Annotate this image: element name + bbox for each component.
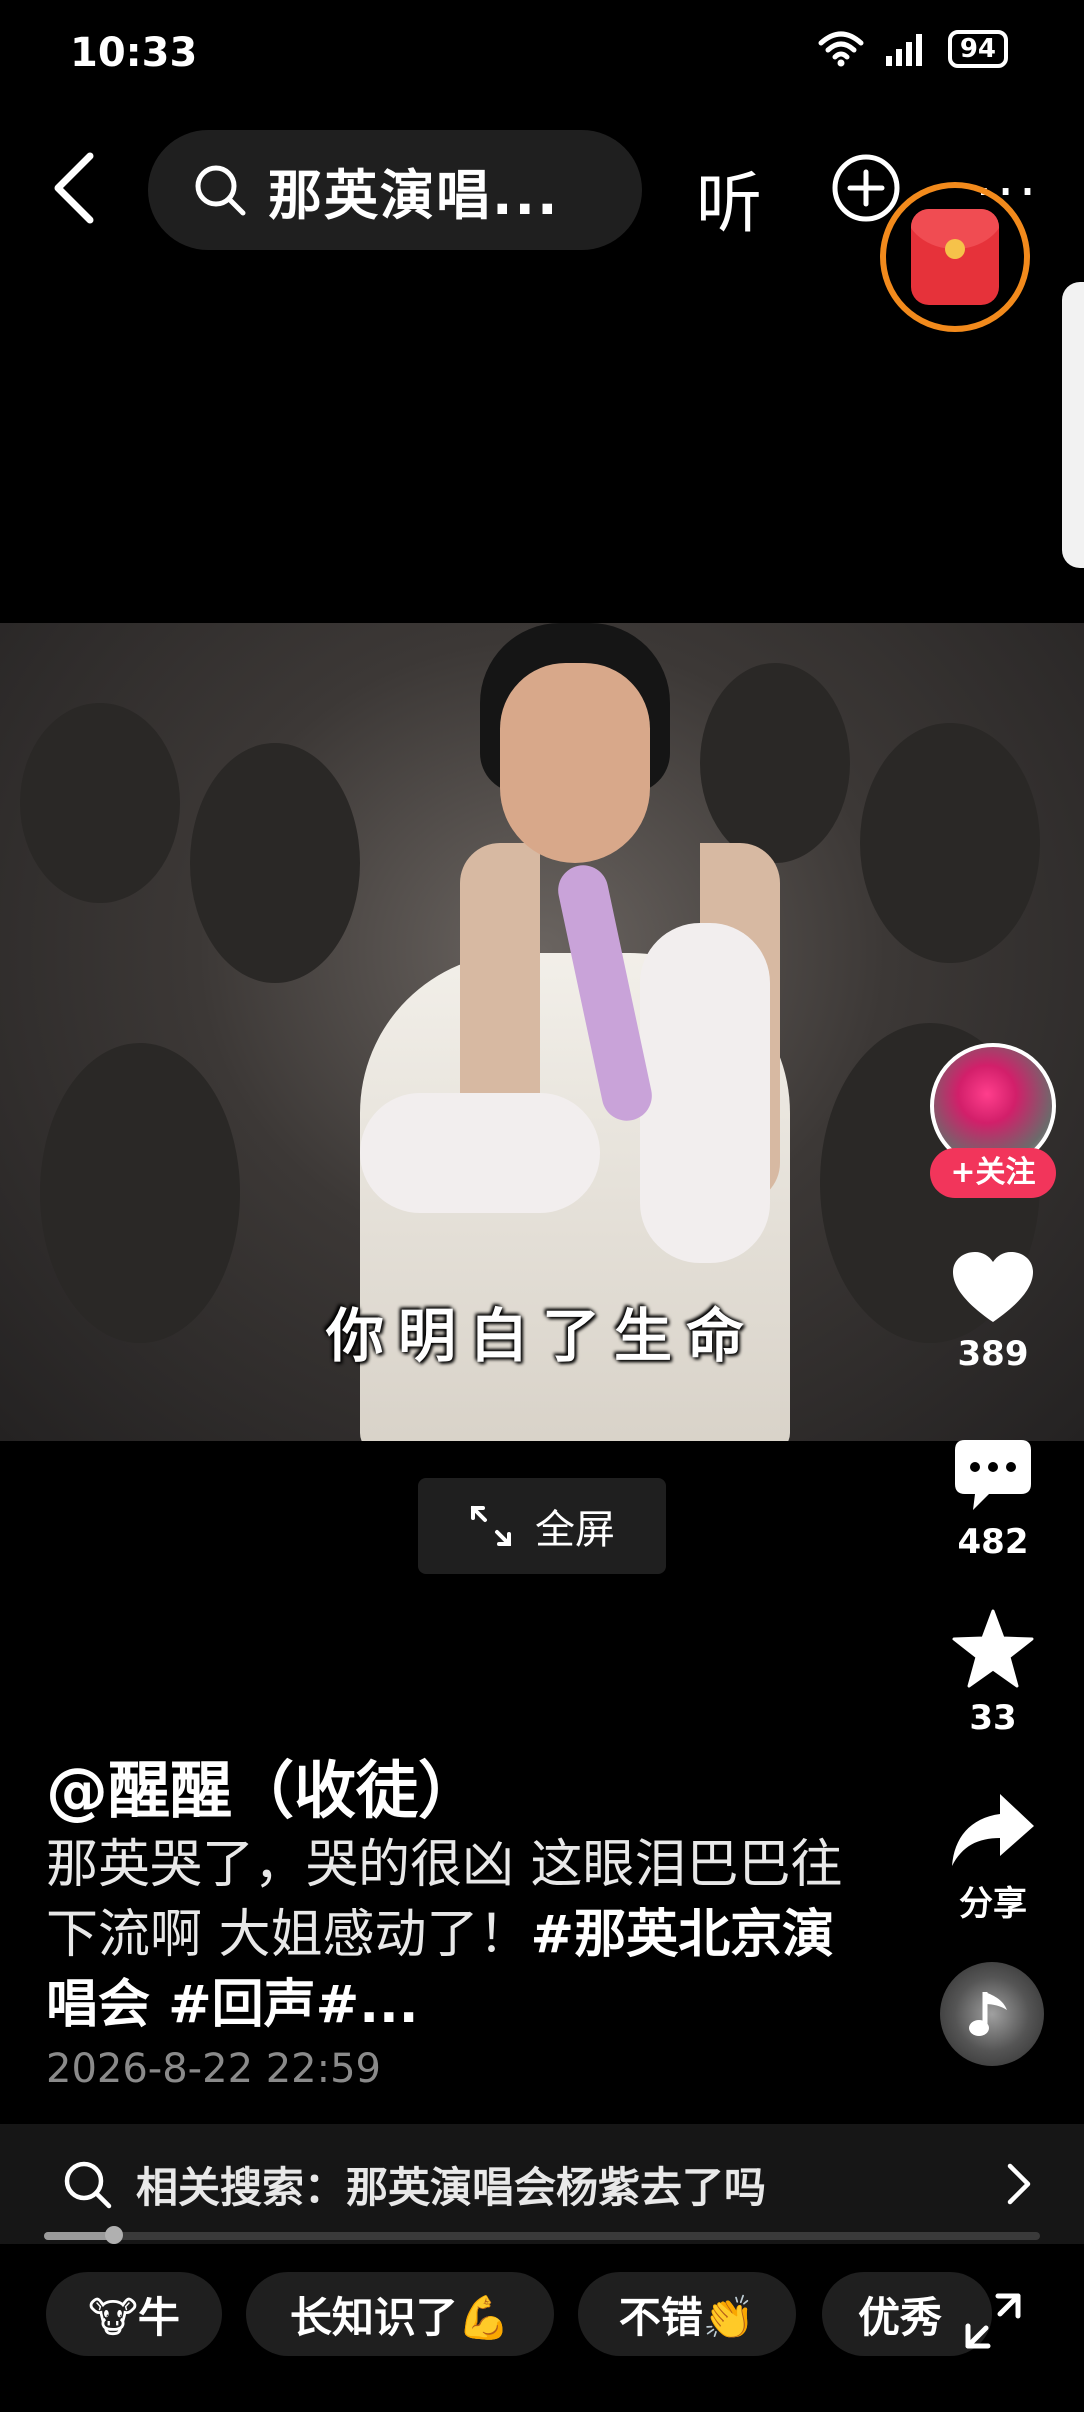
related-search-bar[interactable]: 相关搜索：那英演唱会杨紫去了吗 bbox=[0, 2124, 1084, 2244]
chip-label: 长知识了💪 bbox=[289, 2292, 511, 2342]
comment-icon bbox=[955, 1440, 1031, 1510]
share-button[interactable]: 分享 bbox=[930, 1792, 1056, 1925]
wifi-icon bbox=[818, 31, 864, 67]
performer-glove-right bbox=[640, 923, 770, 1263]
music-disc[interactable] bbox=[940, 1962, 1044, 2066]
search-bar[interactable]: 那英演唱... bbox=[148, 130, 642, 250]
search-icon bbox=[195, 165, 246, 216]
star-icon bbox=[952, 1609, 1034, 1688]
performer-face bbox=[500, 663, 650, 863]
red-packet-icon bbox=[911, 209, 999, 305]
video-progress-fill bbox=[44, 2232, 114, 2240]
heart-icon bbox=[953, 1252, 1033, 1322]
signal-icon bbox=[885, 34, 922, 66]
quick-comment-chip[interactable]: 🐮牛 bbox=[46, 2272, 222, 2356]
music-note-icon bbox=[969, 1992, 1007, 2036]
back-icon[interactable] bbox=[40, 148, 110, 228]
fullscreen-button[interactable]: 全屏 bbox=[418, 1478, 666, 1574]
share-arrow-icon bbox=[952, 1794, 1034, 1866]
red-packet-button[interactable] bbox=[880, 182, 1030, 332]
add-icon[interactable] bbox=[830, 152, 902, 224]
performer-glove-left bbox=[360, 1093, 600, 1213]
chip-label: 🐮牛 bbox=[88, 2292, 180, 2342]
listen-button[interactable]: 听 bbox=[696, 150, 762, 246]
chip-label: 优秀 bbox=[858, 2292, 943, 2342]
author-name[interactable]: @醒醒（收徒） bbox=[46, 1740, 480, 1830]
fullscreen-label: 全屏 bbox=[535, 1507, 615, 1553]
video-progress-track[interactable] bbox=[44, 2232, 1040, 2240]
comment-count: 482 bbox=[957, 1522, 1029, 1562]
expand-icon[interactable] bbox=[962, 2290, 1024, 2352]
comment-button[interactable]: 482 bbox=[930, 1438, 1056, 1562]
favorite-button[interactable]: 33 bbox=[930, 1608, 1056, 1738]
expand-arrows-icon bbox=[471, 1506, 511, 1546]
battery-icon: 94 bbox=[947, 30, 1008, 68]
video-player[interactable]: 你明白了生命 bbox=[0, 623, 1084, 1441]
post-date: 2026-8-22 22:59 bbox=[46, 2046, 381, 2092]
related-search-label: 相关搜索：那英演唱会杨紫去了吗 bbox=[136, 2162, 767, 2212]
search-icon bbox=[64, 2161, 112, 2209]
like-button[interactable]: 389 bbox=[930, 1250, 1056, 1374]
status-time: 10:33 bbox=[70, 30, 198, 76]
video-subtitle: 你明白了生命 bbox=[325, 1302, 758, 1370]
chip-label: 不错👏 bbox=[618, 2292, 756, 2342]
favorite-count: 33 bbox=[969, 1698, 1017, 1738]
battery-level: 94 bbox=[959, 34, 996, 64]
search-query: 那英演唱... bbox=[268, 163, 560, 227]
share-label: 分享 bbox=[959, 1884, 1027, 1924]
quick-comment-chip[interactable]: 不错👏 bbox=[578, 2272, 796, 2356]
quick-comment-chip[interactable]: 长知识了💪 bbox=[246, 2272, 554, 2356]
side-drawer-handle[interactable] bbox=[1062, 282, 1084, 568]
video-progress-handle[interactable] bbox=[105, 2226, 123, 2244]
video-description: 那英哭了，哭的很凶 这眼泪巴巴往下流啊 大姐感动了！#那英北京演唱会 #回声#.… bbox=[46, 1830, 866, 2040]
like-count: 389 bbox=[957, 1334, 1029, 1374]
follow-button[interactable]: +关注 bbox=[930, 1148, 1056, 1198]
status-icons: 94 bbox=[818, 30, 1008, 68]
chevron-right-icon bbox=[1007, 2163, 1031, 2205]
